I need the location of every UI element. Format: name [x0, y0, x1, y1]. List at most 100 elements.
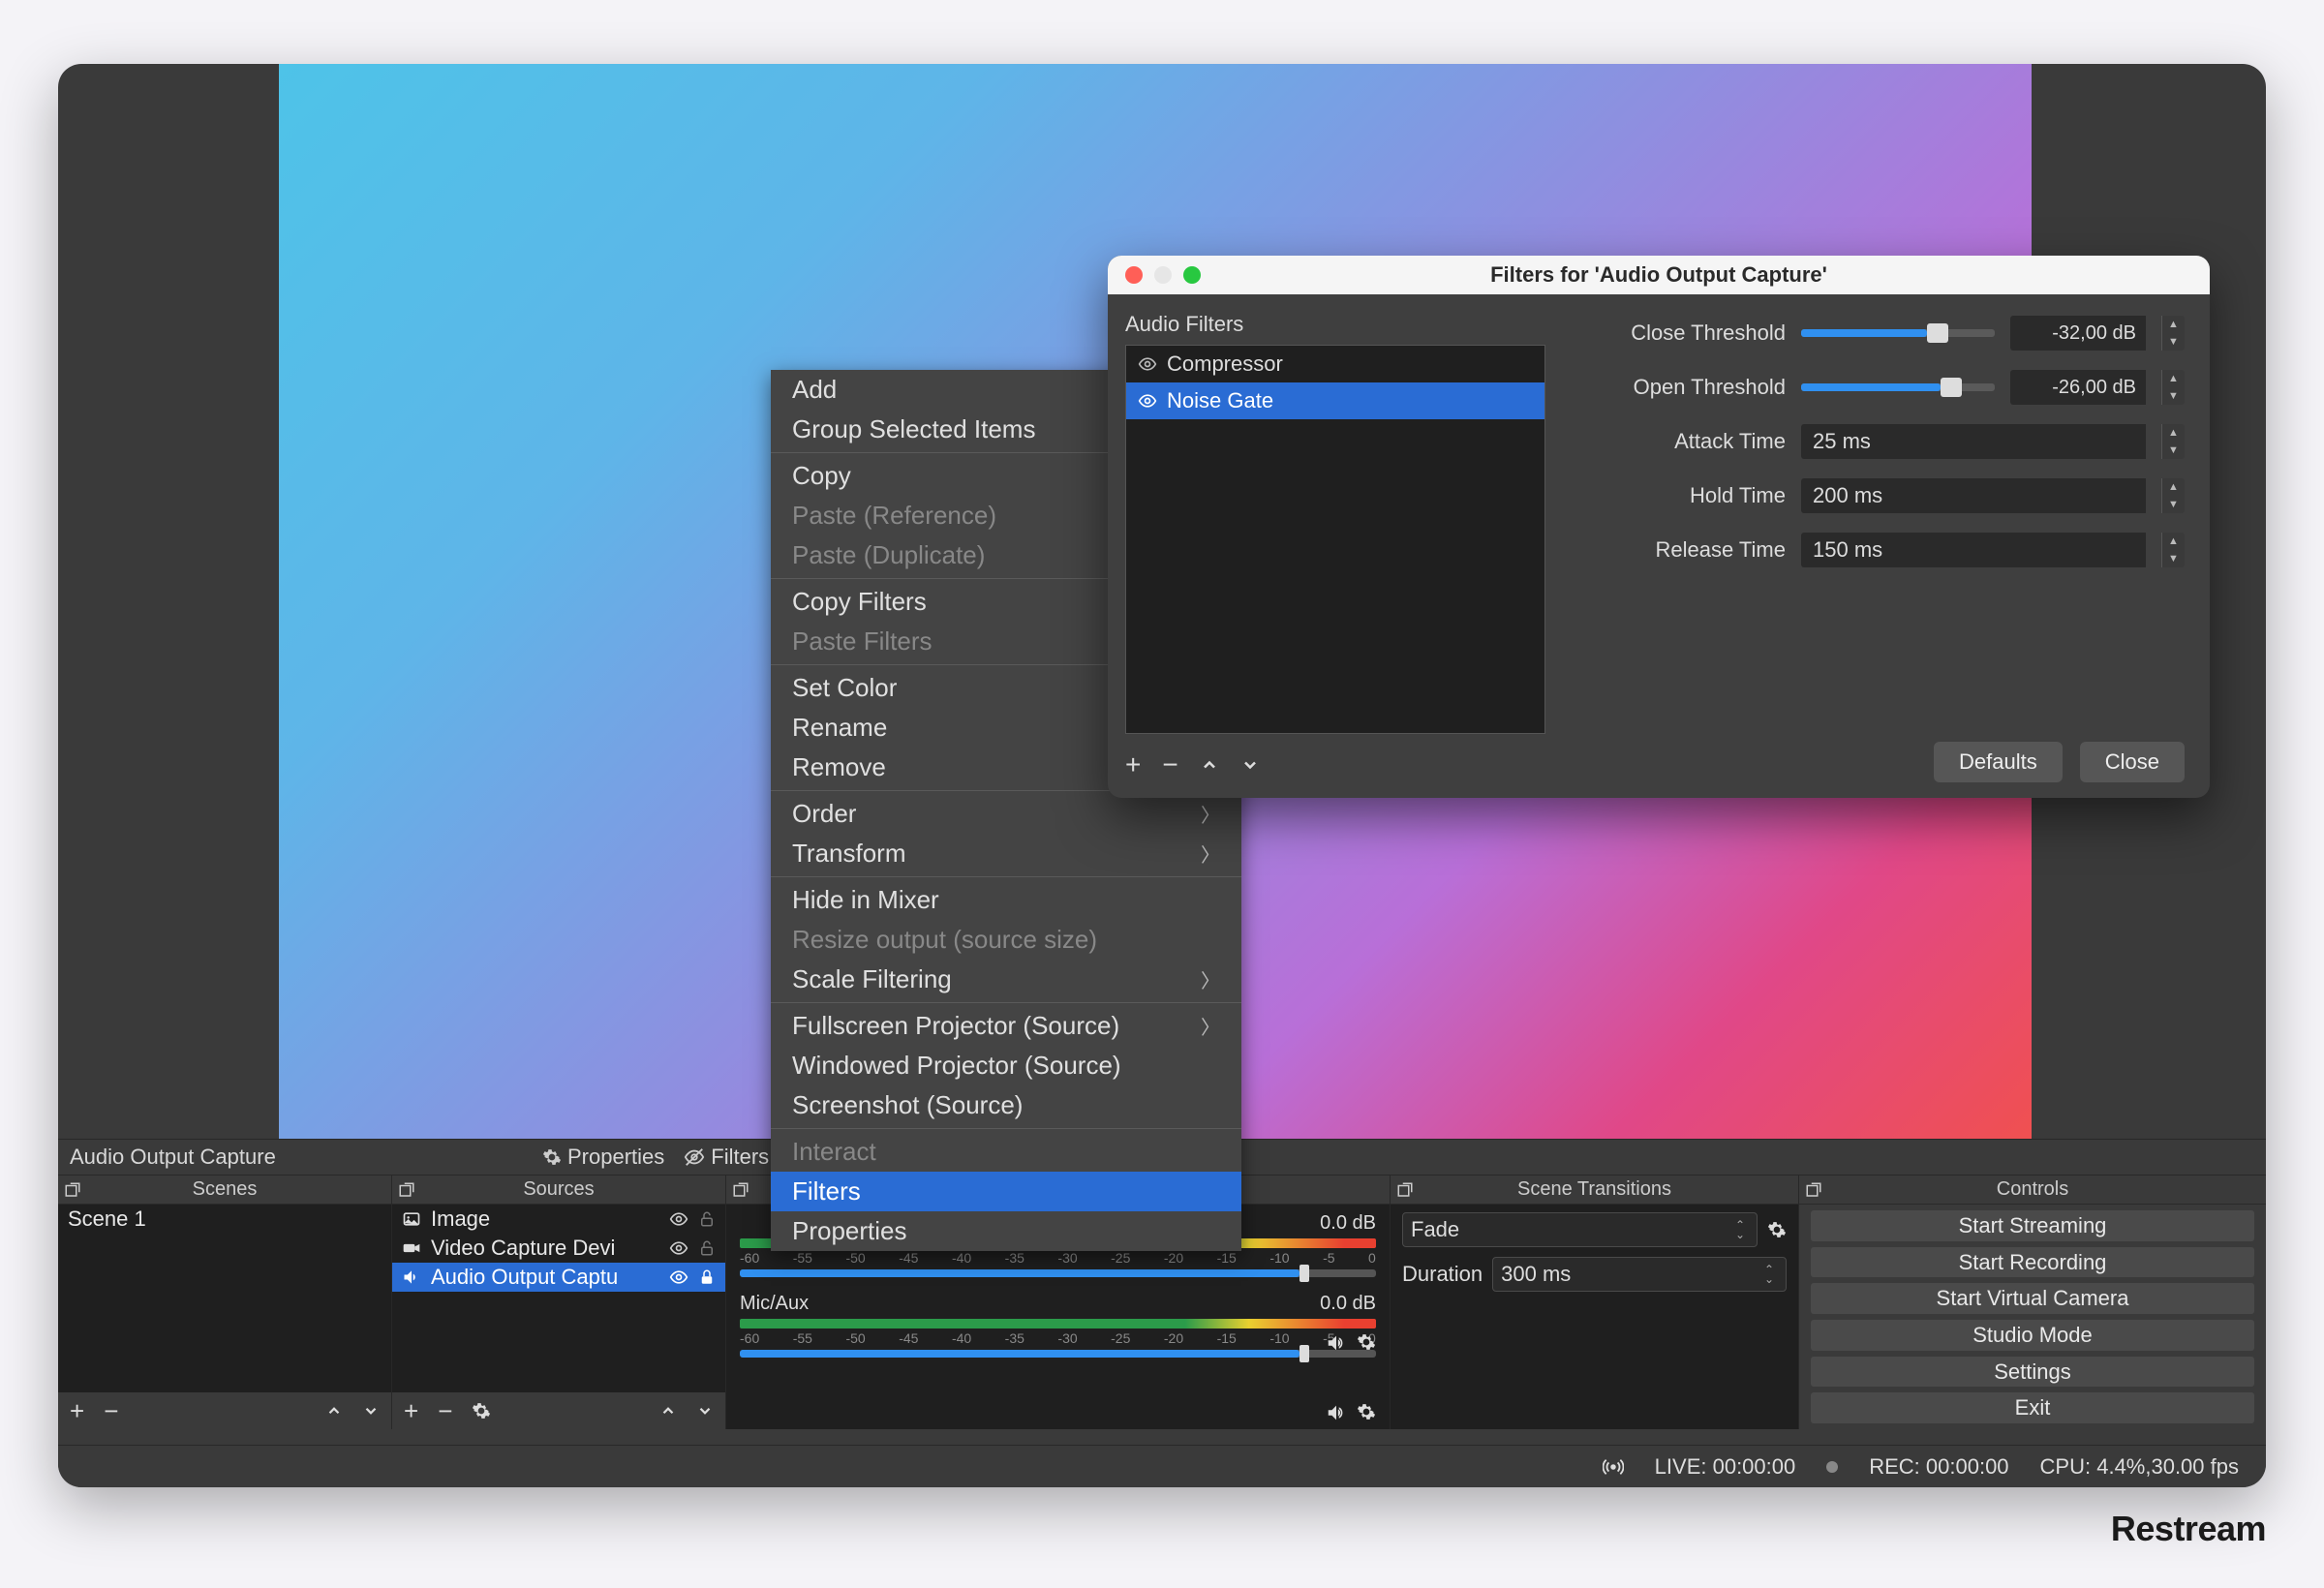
slider[interactable] — [1801, 329, 1995, 337]
lock-icon[interactable] — [698, 1239, 716, 1257]
move-down-icon[interactable] — [362, 1402, 380, 1420]
scenes-panel: Scenes Scene 1 + − — [58, 1176, 392, 1429]
visibility-icon[interactable] — [1138, 391, 1157, 411]
source-item[interactable]: Image — [392, 1205, 725, 1234]
sources-list[interactable]: Image Video Capture Devi Audio Output Ca… — [392, 1205, 725, 1392]
popout-icon[interactable] — [1396, 1181, 1414, 1199]
stepper[interactable]: ▲▼ — [2161, 533, 2185, 567]
properties-button[interactable]: Properties — [542, 1145, 664, 1170]
remove-icon[interactable]: − — [438, 1396, 452, 1426]
dialog-buttons: Defaults Close — [1573, 742, 2185, 782]
studio-mode-button[interactable]: Studio Mode — [1811, 1320, 2254, 1351]
selected-source-label: Audio Output Capture — [58, 1145, 436, 1170]
down-icon[interactable]: ▼ — [2162, 496, 2185, 513]
menu-item-hide-in-mixer[interactable]: Hide in Mixer — [771, 880, 1241, 920]
up-icon[interactable]: ▲ — [2162, 478, 2185, 496]
filter-item[interactable]: Noise Gate — [1126, 382, 1544, 419]
meter-ticks: -60-55-50-45-40-35-30-25-20-15-10-50 — [740, 1330, 1376, 1346]
transition-select[interactable]: Fade ⌃⌄ — [1402, 1212, 1758, 1247]
move-down-icon[interactable] — [696, 1402, 714, 1420]
value-input[interactable]: 150 ms — [1801, 533, 2146, 567]
menu-item-label: Copy — [792, 461, 851, 491]
remove-icon[interactable]: − — [104, 1396, 118, 1426]
settings-button[interactable]: Settings — [1811, 1357, 2254, 1388]
add-icon[interactable]: + — [70, 1396, 84, 1426]
param-label: Attack Time — [1573, 429, 1786, 454]
start-recording-button[interactable]: Start Recording — [1811, 1247, 2254, 1278]
gear-icon[interactable] — [1357, 1402, 1376, 1423]
start-streaming-button[interactable]: Start Streaming — [1811, 1210, 2254, 1241]
value-input[interactable]: 200 ms — [1801, 478, 2146, 513]
stepper[interactable]: ▲▼ — [2161, 478, 2185, 513]
slider[interactable] — [1801, 383, 1995, 391]
popout-icon[interactable] — [1805, 1181, 1822, 1199]
visibility-icon[interactable] — [669, 1238, 688, 1258]
param-label: Open Threshold — [1573, 375, 1786, 400]
stepper[interactable]: ▲▼ — [2161, 370, 2185, 405]
scenes-list[interactable]: Scene 1 — [58, 1205, 391, 1392]
volume-slider[interactable] — [740, 1269, 1376, 1277]
menu-item-filters[interactable]: Filters — [771, 1172, 1241, 1211]
stepper[interactable]: ▲▼ — [2161, 424, 2185, 459]
gear-icon[interactable] — [1767, 1220, 1787, 1239]
value-input[interactable]: 25 ms — [1801, 424, 2146, 459]
move-down-icon[interactable] — [1240, 755, 1260, 775]
up-icon[interactable]: ▲ — [2162, 424, 2185, 442]
stepper[interactable]: ▲▼ — [2161, 316, 2185, 351]
lock-icon[interactable] — [698, 1268, 716, 1286]
down-icon[interactable]: ▼ — [2162, 442, 2185, 459]
down-icon[interactable]: ▼ — [2162, 550, 2185, 567]
up-icon[interactable]: ▲ — [2162, 533, 2185, 550]
menu-item-fullscreen-projector-source[interactable]: Fullscreen Projector (Source)〉 — [771, 1006, 1241, 1046]
popout-icon[interactable] — [64, 1181, 81, 1199]
value-input[interactable]: -32,00 dB — [2010, 316, 2146, 351]
lock-icon[interactable] — [698, 1210, 716, 1228]
speaker-icon[interactable] — [1326, 1402, 1347, 1423]
duration-input[interactable]: 300 ms ⌃⌄ — [1492, 1257, 1787, 1292]
menu-item-screenshot-source[interactable]: Screenshot (Source) — [771, 1085, 1241, 1125]
visibility-icon[interactable] — [1138, 354, 1157, 374]
scene-item[interactable]: Scene 1 — [58, 1205, 391, 1234]
menu-item-properties[interactable]: Properties — [771, 1211, 1241, 1251]
source-item[interactable]: Audio Output Captu — [392, 1263, 725, 1292]
menu-item-windowed-projector-source[interactable]: Windowed Projector (Source) — [771, 1046, 1241, 1085]
speaker-icon — [402, 1267, 421, 1287]
volume-slider[interactable] — [740, 1350, 1376, 1358]
move-up-icon[interactable] — [325, 1402, 343, 1420]
source-item[interactable]: Video Capture Devi — [392, 1234, 725, 1263]
up-icon[interactable]: ▲ — [2162, 370, 2185, 387]
filter-item[interactable]: Compressor — [1126, 346, 1544, 382]
filters-list[interactable]: CompressorNoise Gate — [1125, 345, 1545, 734]
down-icon[interactable]: ▼ — [2162, 387, 2185, 405]
visibility-icon[interactable] — [669, 1209, 688, 1229]
dialog-titlebar[interactable]: Filters for 'Audio Output Capture' — [1108, 256, 2210, 294]
image-icon — [402, 1209, 421, 1229]
duration-value: 300 ms — [1501, 1262, 1571, 1287]
menu-item-scale-filtering[interactable]: Scale Filtering〉 — [771, 960, 1241, 999]
move-up-icon[interactable] — [659, 1402, 677, 1420]
defaults-button[interactable]: Defaults — [1934, 742, 2063, 782]
menu-item-order[interactable]: Order〉 — [771, 794, 1241, 834]
move-up-icon[interactable] — [1200, 755, 1219, 775]
menu-item-label: Screenshot (Source) — [792, 1090, 1023, 1120]
filters-button[interactable]: Filters — [684, 1145, 769, 1170]
rec-dot-icon — [1826, 1461, 1838, 1473]
status-bar: LIVE: 00:00:00 REC: 00:00:00 CPU: 4.4%,3… — [58, 1445, 2266, 1487]
value-input[interactable]: -26,00 dB — [2010, 370, 2146, 405]
level-meter — [740, 1319, 1376, 1328]
up-icon[interactable]: ▲ — [2162, 316, 2185, 333]
gear-icon[interactable] — [472, 1401, 491, 1420]
remove-icon[interactable]: − — [1162, 749, 1177, 780]
start-virtual-camera-button[interactable]: Start Virtual Camera — [1811, 1283, 2254, 1314]
visibility-icon[interactable] — [669, 1267, 688, 1287]
menu-item-resize-output-source-size: Resize output (source size) — [771, 920, 1241, 960]
close-button[interactable]: Close — [2080, 742, 2185, 782]
menu-item-label: Paste (Reference) — [792, 501, 996, 531]
exit-button[interactable]: Exit — [1811, 1392, 2254, 1423]
popout-icon[interactable] — [732, 1181, 749, 1199]
menu-item-transform[interactable]: Transform〉 — [771, 834, 1241, 873]
popout-icon[interactable] — [398, 1181, 415, 1199]
down-icon[interactable]: ▼ — [2162, 333, 2185, 351]
add-icon[interactable]: + — [404, 1396, 418, 1426]
add-icon[interactable]: + — [1125, 749, 1141, 780]
